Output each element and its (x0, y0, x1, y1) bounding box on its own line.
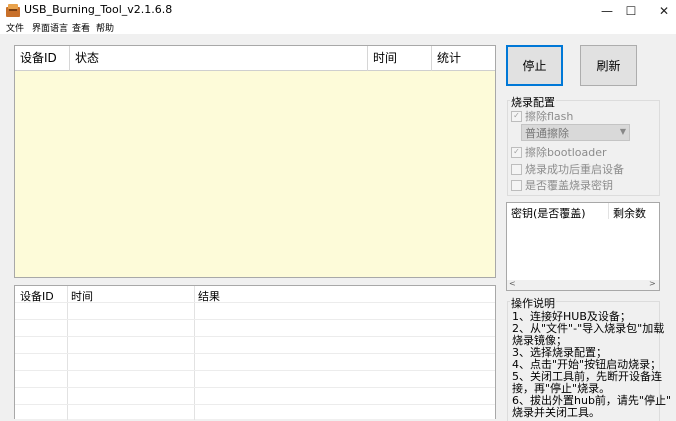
close-button[interactable]: ✕ (645, 0, 676, 22)
app-icon (6, 4, 20, 17)
scroll-right-icon[interactable]: > (649, 279, 656, 288)
device-status-table-header: 设备ID 状态 时间 统计 (15, 46, 495, 71)
menu-file[interactable]: 文件 (6, 21, 24, 34)
column-status[interactable]: 状态 (70, 46, 368, 71)
menu-view[interactable]: 查看 (72, 21, 90, 34)
instruction-line: 接，再"停止"烧录。 (512, 382, 611, 395)
column-divider (608, 203, 609, 219)
erase-mode-select[interactable]: 普通擦除 ▼ (521, 124, 630, 141)
key-list[interactable]: 密钥(是否覆盖) 剩余数 < > (506, 202, 660, 291)
column-time[interactable]: 时间 (368, 46, 432, 71)
erase-mode-value: 普通擦除 (525, 126, 569, 140)
stop-button[interactable]: 停止 (506, 45, 563, 86)
row-divider (15, 302, 495, 303)
erase-flash-checkbox[interactable]: ✓ 擦除flash (511, 108, 573, 124)
checkbox-unchecked-icon (511, 163, 522, 175)
device-status-table[interactable]: 设备ID 状态 时间 统计 (14, 45, 496, 278)
row-divider (15, 370, 495, 371)
column-device-id[interactable]: 设备ID (15, 46, 70, 71)
erase-flash-label: 擦除flash (525, 110, 574, 123)
erase-bootloader-label: 擦除bootloader (525, 146, 607, 159)
instruction-line: 4、点击"开始"按钮启动烧录； (512, 358, 662, 371)
row-divider (15, 387, 495, 388)
checkbox-checked-icon: ✓ (511, 110, 522, 122)
row-divider (15, 404, 495, 405)
overwrite-key-label: 是否覆盖烧录密钥 (525, 179, 613, 192)
column-remaining[interactable]: 剩余数 (613, 205, 646, 221)
chevron-down-icon: ▼ (619, 127, 626, 136)
reboot-after-success-checkbox[interactable]: 烧录成功后重启设备 (511, 161, 624, 177)
instruction-line: 烧录并关闭工具。 (512, 406, 600, 419)
checkbox-checked-icon: ✓ (511, 146, 522, 158)
instructions-title: 操作说明 (510, 295, 556, 311)
reboot-after-success-label: 烧录成功后重启设备 (525, 163, 624, 176)
instruction-line: 6、拔出外置hub前，请先"停止" (512, 394, 672, 407)
row-divider (15, 319, 495, 320)
menu-help[interactable]: 帮助 (96, 21, 114, 34)
row-divider (15, 336, 495, 337)
row-divider (15, 353, 495, 354)
horizontal-scrollbar[interactable]: < > (507, 279, 659, 290)
scroll-left-icon[interactable]: < (509, 279, 516, 288)
instruction-line: 5、关闭工具前，先断开设备连 (512, 370, 662, 383)
instruction-line: 1、连接好HUB及设备； (512, 310, 631, 323)
overwrite-key-checkbox[interactable]: 是否覆盖烧录密钥 (511, 177, 613, 193)
window-title: USB_Burning_Tool_v2.1.6.8 (24, 3, 173, 16)
column-key[interactable]: 密钥(是否覆盖) (511, 205, 586, 221)
instruction-line: 3、选择烧录配置； (512, 346, 607, 359)
checkbox-unchecked-icon (511, 179, 522, 191)
result-table[interactable]: 设备ID 时间 结果 (14, 285, 496, 420)
refresh-button[interactable]: 刷新 (580, 45, 637, 86)
column-statistics[interactable]: 统计 (432, 46, 495, 71)
instruction-line: 烧录镜像； (512, 334, 567, 347)
instruction-line: 2、从"文件"-"导入烧录包"加载 (512, 322, 665, 335)
erase-bootloader-checkbox[interactable]: ✓ 擦除bootloader (511, 144, 607, 160)
menu-language[interactable]: 界面语言 (32, 21, 68, 34)
